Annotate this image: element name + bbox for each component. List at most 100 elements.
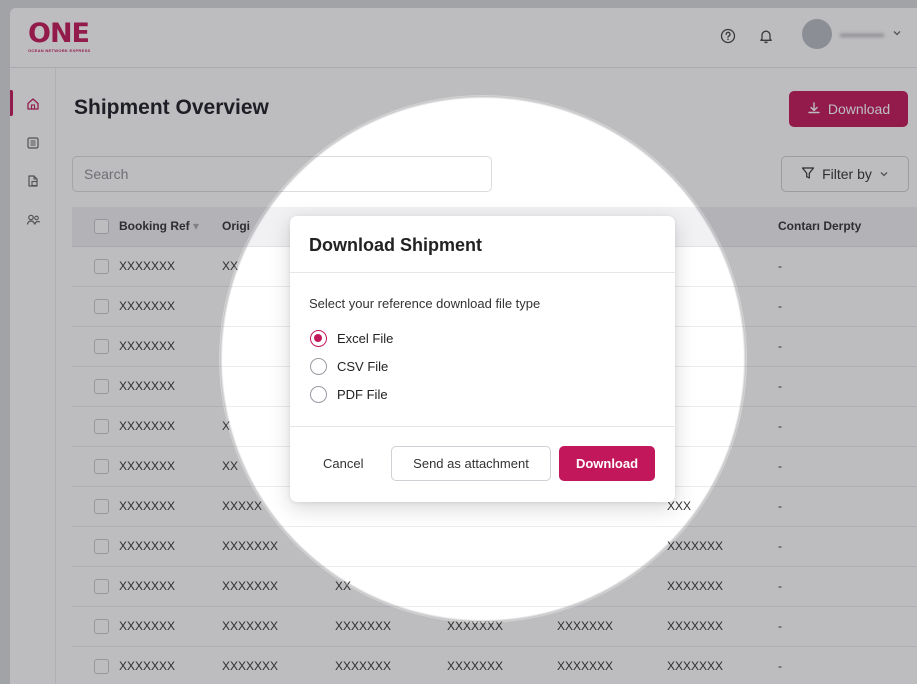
row-checkbox[interactable] [94,299,109,314]
table-row[interactable]: XXXXXXX XXXXXXX XXXXXXX XXXXXXX XXXXXXX XXXXX… [72,647,917,684]
table-cell: XXXXXXX [667,539,724,553]
radio-button[interactable] [310,386,327,403]
search-input[interactable]: Search [72,156,492,192]
table-cell: XX [335,579,352,593]
home-icon[interactable] [24,95,42,113]
table-cell: - [778,659,782,673]
divider [290,272,675,273]
download-shipment-dialog: Download Shipment Select your reference … [290,216,675,502]
brand-logo[interactable]: ONE OCEAN NETWORK EXPRESS [28,20,91,53]
table-cell: XXXXXXX [119,659,176,673]
users-icon[interactable] [24,211,42,229]
divider [290,426,675,427]
table-cell: - [778,619,782,633]
help-circle-icon[interactable] [716,24,740,48]
table-cell: - [778,419,782,433]
table-cell: XXXXXXX [222,659,279,673]
table-cell: XX [222,259,239,273]
table-cell: XXXXXXX [119,419,176,433]
select-all-checkbox[interactable] [94,219,109,234]
radio-excel[interactable]: Excel File [310,330,393,347]
row-checkbox[interactable] [94,419,109,434]
table-cell: - [778,339,782,353]
table-cell: XXXXXXX [222,539,279,553]
table-cell: X [222,419,231,433]
filter-button[interactable]: Filter by [781,156,909,192]
table-cell: XXXXXXX [119,299,176,313]
radio-csv[interactable]: CSV File [310,358,388,375]
radio-label: Excel File [337,331,394,346]
radio-label: CSV File [337,359,389,374]
column-header-origin[interactable]: Origi [222,219,250,233]
radio-pdf[interactable]: PDF File [310,386,388,403]
cancel-button[interactable]: Cancel [323,456,363,471]
row-checkbox[interactable] [94,619,109,634]
row-checkbox[interactable] [94,659,109,674]
sort-icon[interactable]: ▾ [193,219,199,233]
table-cell: XXXXXXX [447,619,504,633]
table-cell: XXXXXXX [119,259,176,273]
table-cell: XXXXXXX [667,579,724,593]
table-cell: XXXXX [222,499,263,513]
sidebar [10,68,56,684]
list-icon[interactable] [24,134,42,152]
row-checkbox[interactable] [94,379,109,394]
table-cell: XXXXXXX [447,659,504,673]
table-cell: XXXXXXX [119,379,176,393]
documents-icon[interactable] [24,172,42,190]
table-cell: - [778,259,782,273]
table-cell: - [778,299,782,313]
table-cell: XXXXXXX [667,659,724,673]
table-cell: XXXXXXX [119,579,176,593]
table-cell: XXXXXXX [119,539,176,553]
chevron-down-icon[interactable] [892,28,902,41]
user-menu[interactable]: ▬▬▬▬ [802,19,902,49]
table-cell: - [778,379,782,393]
table-row[interactable]: XXXXXXX XXXXXXX XX XXXXXXX - [72,567,917,607]
chevron-down-icon [879,166,889,182]
top-header: ONE OCEAN NETWORK EXPRESS ▬▬▬▬ [10,8,917,68]
filter-icon [801,166,815,183]
sidebar-active-indicator [10,90,13,116]
dialog-download-button[interactable]: Download [559,446,655,481]
row-checkbox[interactable] [94,499,109,514]
column-header-booking-ref[interactable]: Booking Ref ▾ [119,219,199,233]
row-checkbox[interactable] [94,579,109,594]
logo-text: ONE [28,18,90,49]
download-button[interactable]: Download [789,91,908,127]
download-icon [807,101,821,118]
table-cell: XXXXXXX [667,619,724,633]
table-cell: XXXXXXX [119,339,176,353]
table-cell: XXXXXXX [222,619,279,633]
row-checkbox[interactable] [94,459,109,474]
table-cell: XXXXXXX [119,619,176,633]
table-cell: - [778,579,782,593]
table-cell: XXXXXXX [119,499,176,513]
table-cell: XXXXXXX [119,459,176,473]
table-row[interactable]: XXXXXXX XXXXXXX XXXXXXX - [72,527,917,567]
row-checkbox[interactable] [94,539,109,554]
send-as-attachment-button[interactable]: Send as attachment [391,446,551,481]
radio-label: PDF File [337,387,388,402]
table-row[interactable]: XXXXXXX XXXXXXX XXXXXXX XXXXXXX XXXXXXX XXXXX… [72,607,917,647]
radio-button[interactable] [310,358,327,375]
table-cell: XXXXXXX [335,619,392,633]
column-header-contact-party[interactable]: Contarı Derpty [778,219,861,233]
row-checkbox[interactable] [94,259,109,274]
avatar[interactable] [802,19,832,49]
user-name-blurred: ▬▬▬▬ [840,28,884,40]
bell-icon[interactable] [754,24,778,48]
radio-button[interactable] [310,330,327,347]
search-placeholder: Search [84,166,129,182]
table-cell: - [778,539,782,553]
row-checkbox[interactable] [94,339,109,354]
table-cell: - [778,459,782,473]
download-label: Download [827,101,891,117]
table-cell: XXXXXXX [335,659,392,673]
table-cell: XXXXXXX [557,659,614,673]
table-cell: - [778,499,782,513]
table-cell: XX [222,459,239,473]
filter-label: Filter by [822,166,872,182]
table-cell: XXXXXXX [557,619,614,633]
table-cell: XXXXXXX [222,579,279,593]
